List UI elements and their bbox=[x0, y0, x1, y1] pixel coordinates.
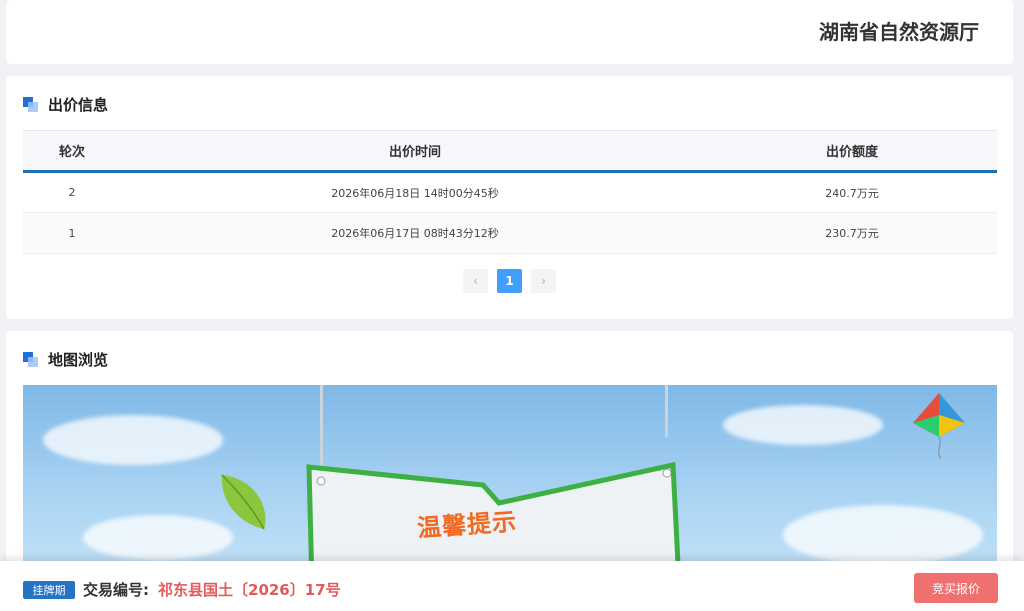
cell-time: 2026年06月17日 08时43分12秒 bbox=[123, 212, 707, 254]
cloud-shape bbox=[723, 405, 883, 445]
cell-amount: 240.7万元 bbox=[707, 171, 997, 213]
table-row: 1 2026年06月17日 08时43分12秒 230.7万元 bbox=[23, 212, 997, 254]
map-section-title: 地图浏览 bbox=[48, 351, 109, 369]
bid-section-header: 出价信息 bbox=[23, 94, 108, 115]
prev-page-button[interactable]: ‹ bbox=[463, 269, 488, 293]
cell-amount: 230.7万元 bbox=[707, 212, 997, 254]
cell-round: 1 bbox=[23, 212, 123, 254]
header-card: 湖南省自然资源厅 bbox=[6, 0, 1013, 64]
cell-round: 2 bbox=[23, 171, 123, 213]
cell-time: 2026年06月18日 14时00分45秒 bbox=[123, 171, 707, 213]
trade-number-value: 祁东县国土〔2026〕17号 bbox=[158, 581, 341, 599]
map-section-header: 地图浏览 bbox=[23, 349, 108, 370]
pagination: ‹ 1 › bbox=[6, 269, 1013, 293]
trade-number-label: 交易编号: bbox=[83, 581, 149, 599]
bid-section-title: 出价信息 bbox=[48, 96, 109, 114]
cloud-shape bbox=[43, 415, 223, 465]
bid-info-card: 出价信息 轮次 出价时间 出价额度 2 2026年06月18日 14时00分45… bbox=[6, 76, 1013, 319]
bottom-action-bar: 挂牌期 交易编号: 祁东县国土〔2026〕17号 竞买报价 bbox=[0, 561, 1024, 611]
table-header-row: 轮次 出价时间 出价额度 bbox=[23, 130, 997, 173]
section-square-icon bbox=[23, 97, 38, 112]
bid-table: 轮次 出价时间 出价额度 2 2026年06月18日 14时00分45秒 240… bbox=[23, 130, 997, 254]
col-header-time: 出价时间 bbox=[123, 130, 707, 173]
leaf-icon bbox=[221, 474, 266, 530]
page-1-button[interactable]: 1 bbox=[497, 269, 522, 293]
bid-submit-button[interactable]: 竞买报价 bbox=[914, 573, 998, 603]
status-badge: 挂牌期 bbox=[23, 581, 75, 599]
notice-sign-text: 温馨提示 bbox=[416, 507, 519, 543]
col-header-round: 轮次 bbox=[23, 130, 123, 173]
section-square-icon bbox=[23, 352, 38, 367]
col-header-amount: 出价额度 bbox=[707, 130, 997, 173]
table-row: 2 2026年06月18日 14时00分45秒 240.7万元 bbox=[23, 171, 997, 213]
next-page-button[interactable]: › bbox=[531, 269, 556, 293]
org-name: 湖南省自然资源厅 bbox=[819, 20, 979, 44]
kite-icon bbox=[913, 393, 965, 460]
cloud-shape bbox=[783, 505, 983, 565]
cloud-shape bbox=[83, 515, 233, 560]
